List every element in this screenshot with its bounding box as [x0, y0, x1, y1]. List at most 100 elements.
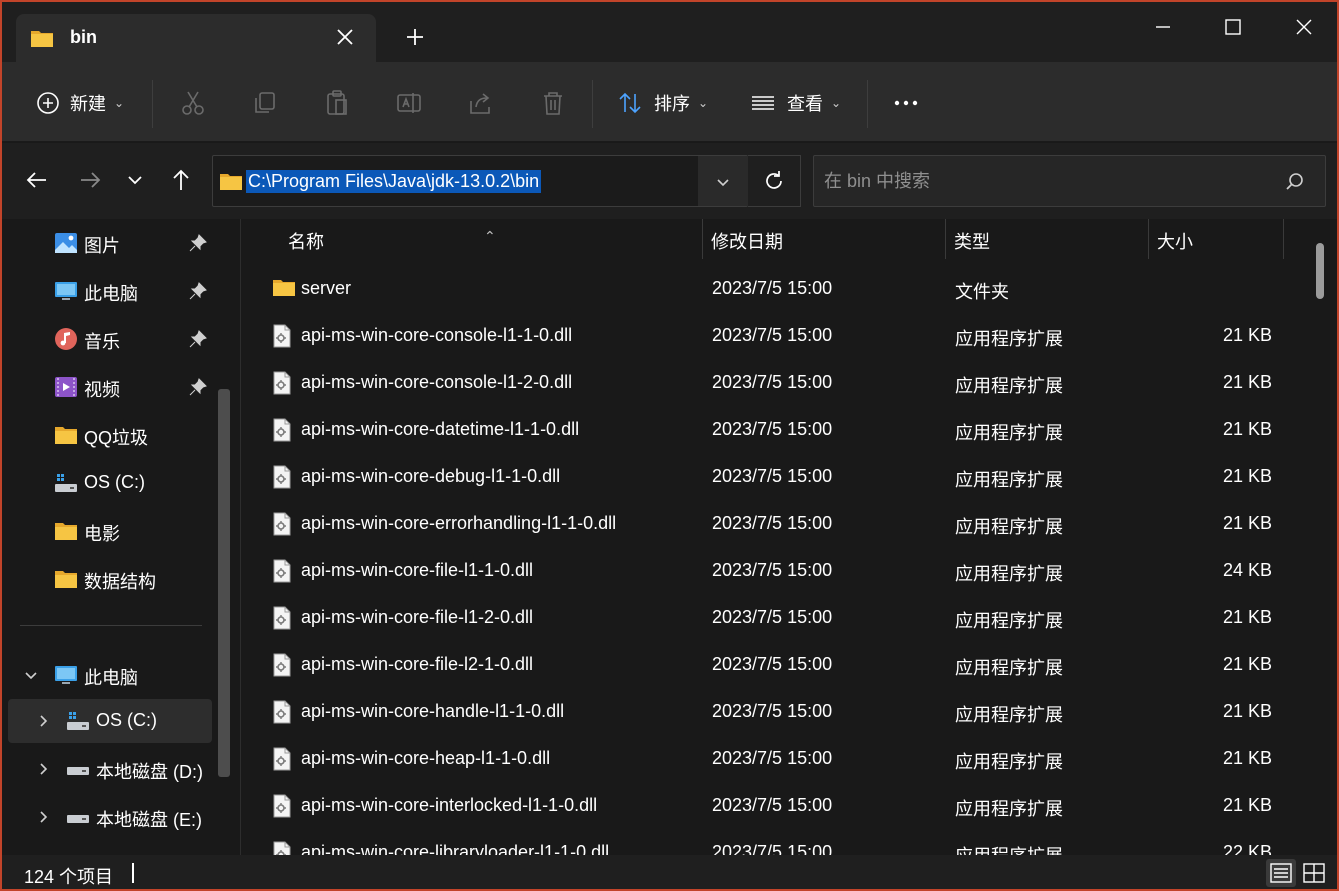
chevron-right-icon[interactable] — [34, 712, 52, 730]
sidebar-item-drive-d[interactable]: 本地磁盘 (D:) — [10, 747, 210, 791]
dll-file-icon — [273, 606, 291, 630]
file-modified-date: 2023/7/5 15:00 — [712, 560, 833, 580]
file-type: 应用程序扩展 — [955, 842, 1063, 855]
up-arrow-icon[interactable] — [166, 165, 196, 195]
item-count: 124 个项目 — [24, 867, 114, 887]
file-list: ⌃ 名称 修改日期 类型 大小 server 2023/7/5 15:00 文件夹 a… — [242, 219, 1337, 855]
file-type: 应用程序扩展 — [955, 376, 1063, 396]
close-window-icon[interactable] — [1289, 12, 1319, 42]
new-tab-icon[interactable] — [404, 26, 426, 48]
file-row[interactable]: api-ms-win-core-file-l2-1-0.dll 2023/7/5 … — [260, 641, 1290, 688]
file-modified-date: 2023/7/5 15:00 — [712, 466, 833, 486]
file-list-scrollbar[interactable] — [1316, 243, 1324, 299]
sidebar-item-qq-trash[interactable]: QQ垃圾 — [10, 413, 210, 457]
file-row[interactable]: api-ms-win-core-heap-l1-1-0.dll 2023/7/5 … — [260, 735, 1290, 782]
file-row[interactable]: api-ms-win-core-handle-l1-1-0.dll 2023/7/… — [260, 688, 1290, 735]
sort-button[interactable]: 排序 ⌄ — [616, 84, 708, 122]
back-arrow-icon[interactable] — [22, 165, 52, 195]
dll-file-icon — [273, 653, 291, 677]
pane-divider[interactable] — [240, 219, 241, 855]
new-button[interactable]: 新建 ⌄ — [34, 84, 124, 122]
sort-ascending-icon: ⌃ — [484, 228, 496, 244]
file-name: api-ms-win-core-console-l1-1-0.dll — [301, 325, 573, 345]
tiles-view-icon — [1303, 863, 1325, 883]
sidebar-item-this-pc-pinned[interactable]: 此电脑 — [10, 269, 210, 313]
sidebar-scrollbar[interactable] — [218, 389, 230, 777]
status-bar: 124 个项目 — [2, 855, 1337, 889]
forward-arrow-icon[interactable] — [75, 165, 105, 195]
view-button[interactable]: 查看 ⌄ — [749, 84, 841, 122]
more-options-icon[interactable] — [892, 89, 920, 117]
address-bar[interactable]: C:\Program Files\Java\jdk-13.0.2\bin — [212, 155, 748, 207]
sidebar-item-videos[interactable]: 视频 — [10, 365, 210, 409]
file-row[interactable]: api-ms-win-core-errorhandling-l1-1-0.dll… — [260, 500, 1290, 547]
share-icon[interactable] — [467, 89, 495, 117]
status-separator — [132, 863, 134, 883]
file-modified-date: 2023/7/5 15:00 — [712, 419, 833, 439]
sidebar-item-music[interactable]: 音乐 — [10, 317, 210, 361]
maximize-icon[interactable] — [1218, 12, 1248, 42]
address-history-dropdown[interactable] — [698, 156, 748, 206]
chevron-down-icon[interactable] — [22, 666, 40, 684]
sort-icon — [619, 92, 641, 114]
file-row[interactable]: api-ms-win-core-file-l1-1-0.dll 2023/7/5 … — [260, 547, 1290, 594]
details-view-icon — [1270, 863, 1292, 883]
dll-file-icon — [273, 371, 291, 395]
pin-icon[interactable] — [188, 377, 208, 397]
search-input[interactable] — [824, 168, 1264, 194]
file-row[interactable]: api-ms-win-core-console-l1-1-0.dll 2023/7… — [260, 312, 1290, 359]
refresh-button[interactable] — [748, 155, 801, 207]
file-row[interactable]: api-ms-win-core-debug-l1-1-0.dll 2023/7/5… — [260, 453, 1290, 500]
copy-icon[interactable] — [251, 89, 279, 117]
cut-icon[interactable] — [179, 89, 207, 117]
search-box[interactable] — [813, 155, 1326, 207]
file-size: 21 KB — [1222, 466, 1272, 486]
recent-locations-chevron-icon[interactable] — [120, 165, 150, 195]
address-path-text[interactable]: C:\Program Files\Java\jdk-13.0.2\bin — [246, 170, 542, 193]
folder-icon — [55, 523, 77, 540]
chevron-right-icon[interactable] — [34, 808, 52, 826]
tab-bin[interactable]: bin — [16, 14, 376, 62]
search-icon[interactable] — [1285, 172, 1305, 192]
sidebar-item-drive-c[interactable]: OS (C:) — [8, 699, 212, 743]
delete-icon[interactable] — [539, 89, 567, 117]
sidebar-item-drive-e[interactable]: 本地磁盘 (E:) — [10, 795, 210, 839]
sidebar-item-os-c-pinned[interactable]: OS (C:) — [10, 461, 210, 505]
file-row[interactable]: api-ms-win-core-interlocked-l1-1-0.dll 20… — [260, 782, 1290, 829]
chevron-down-icon: ⌄ — [831, 96, 842, 110]
file-name: api-ms-win-core-debug-l1-1-0.dll — [301, 466, 561, 486]
chevron-right-icon[interactable] — [34, 760, 52, 778]
file-type: 应用程序扩展 — [955, 517, 1063, 537]
sidebar-item-movies[interactable]: 电影 — [10, 509, 210, 553]
pin-icon[interactable] — [188, 281, 208, 301]
column-header-date[interactable]: 修改日期 — [703, 219, 945, 259]
sidebar-item-this-pc[interactable]: 此电脑 — [10, 653, 210, 697]
column-header-size[interactable]: 大小 — [1149, 219, 1283, 259]
file-row[interactable]: api-ms-win-core-libraryloader-l1-1-0.dll… — [260, 829, 1290, 855]
view-label: 查看 — [787, 94, 823, 114]
close-tab-icon[interactable] — [334, 26, 356, 48]
sidebar-item-data-structures[interactable]: 数据结构 — [10, 557, 210, 601]
paste-icon[interactable] — [323, 89, 351, 117]
file-row[interactable]: api-ms-win-core-file-l1-2-0.dll 2023/7/5 … — [260, 594, 1290, 641]
pin-icon[interactable] — [188, 329, 208, 349]
rename-icon[interactable] — [395, 89, 423, 117]
view-list-icon — [752, 96, 774, 110]
sidebar-item-label: 电影 — [84, 524, 120, 544]
file-type: 应用程序扩展 — [955, 752, 1063, 772]
music-icon — [55, 328, 77, 350]
dll-file-icon — [273, 747, 291, 771]
column-header-type[interactable]: 类型 — [946, 219, 1148, 259]
column-label-name: 名称 — [288, 232, 324, 252]
file-row[interactable]: api-ms-win-core-console-l1-2-0.dll 2023/7… — [260, 359, 1290, 406]
column-header-name[interactable]: ⌃ 名称 — [242, 219, 702, 259]
pin-icon[interactable] — [188, 233, 208, 253]
details-view-button[interactable] — [1266, 859, 1296, 887]
column-divider[interactable] — [1283, 219, 1284, 259]
file-row[interactable]: server 2023/7/5 15:00 文件夹 — [260, 265, 1290, 312]
file-row[interactable]: api-ms-win-core-datetime-l1-1-0.dll 2023/… — [260, 406, 1290, 453]
minimize-icon[interactable] — [1148, 12, 1178, 42]
large-icons-view-button[interactable] — [1299, 859, 1329, 887]
navigation-pane: 图片 此电脑 音乐 视频 QQ垃圾 OS (C:) 电影 数据结构 此电脑 OS… — [2, 219, 234, 855]
sidebar-item-pictures[interactable]: 图片 — [10, 221, 210, 265]
